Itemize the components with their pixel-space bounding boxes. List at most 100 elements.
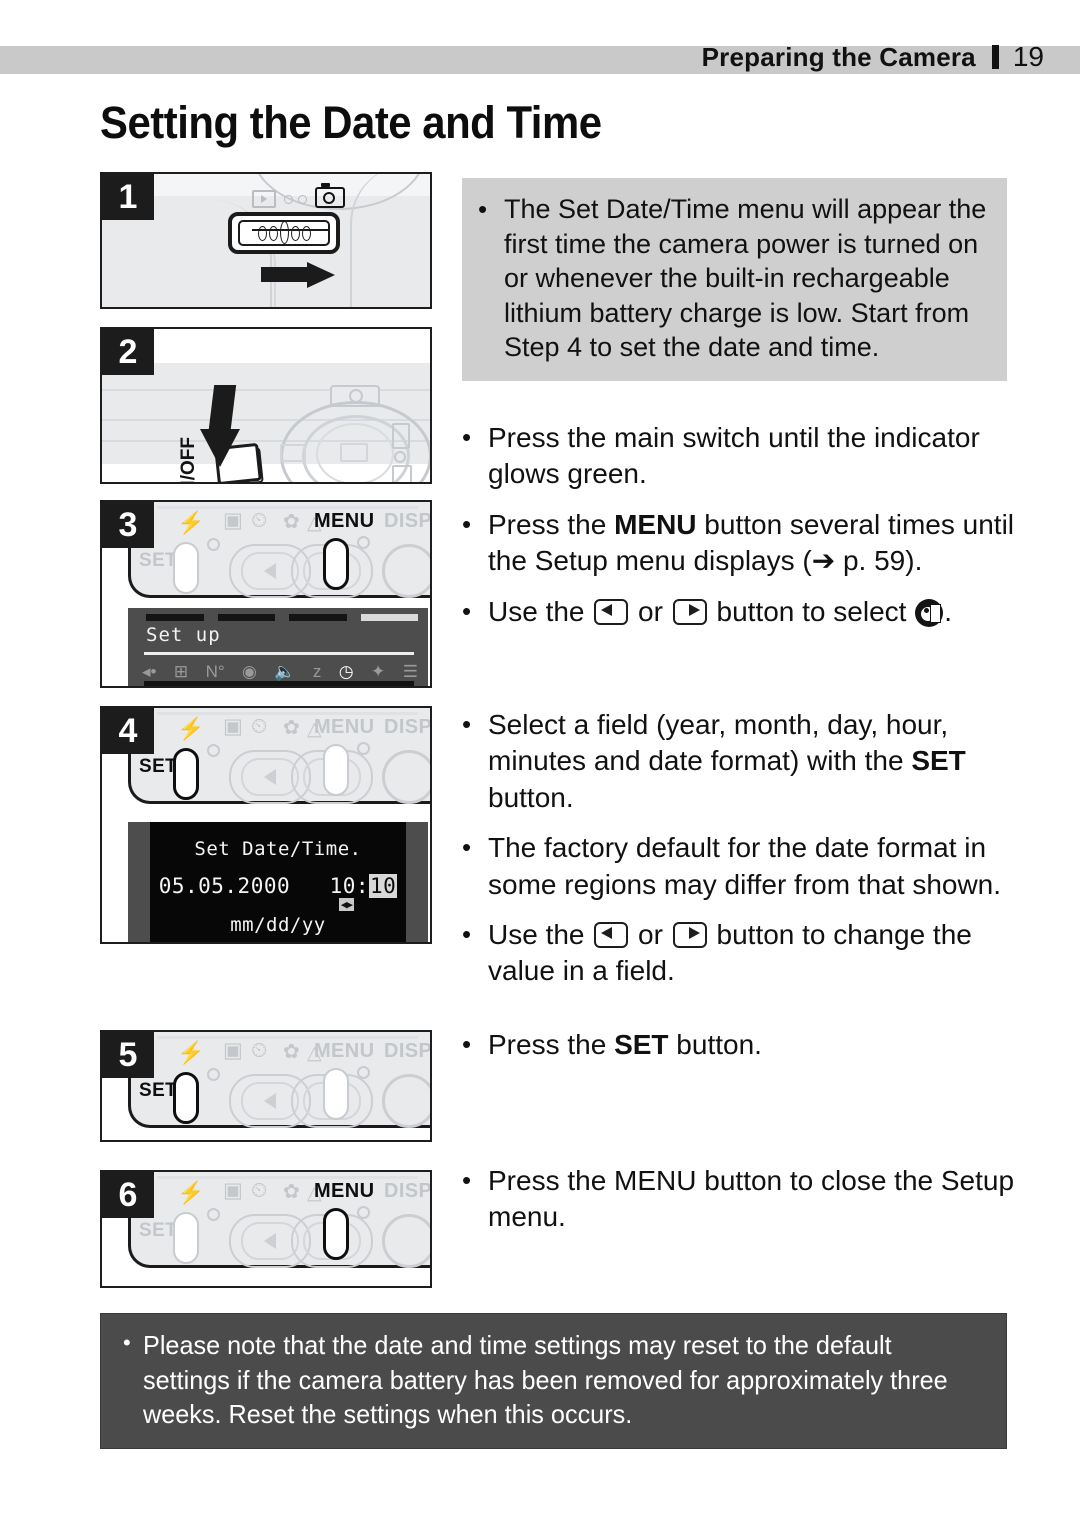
mode-dot-2-icon	[298, 195, 307, 204]
bullet-marker: •	[462, 595, 472, 626]
instruction-text: Press the main switch until the indicato…	[488, 420, 1022, 493]
text-run: Use the	[488, 918, 593, 950]
note-box-bullet-item: • The Set Date/Time menu will appear the…	[478, 192, 989, 365]
bullet-marker: •	[123, 1330, 131, 1355]
menu-tab[interactable]	[146, 614, 204, 621]
volume-left-icon[interactable]: ◂•	[142, 662, 157, 682]
instruction-text: Press the MENU button several times unti…	[488, 507, 1022, 580]
power-save-icon[interactable]: z	[313, 662, 322, 682]
menu-tab-selected[interactable]	[360, 614, 418, 621]
camera-button-row-step3: ⚡ ▣ ⏲ ✿ △ SET MENU DISP	[128, 502, 432, 598]
indicator-led-a	[207, 1068, 220, 1081]
camera-button-row-step6: ⚡ ▣ ⏲ ✿ △ SET MENU DISP	[128, 1172, 430, 1268]
emphasis-label: SET	[614, 1029, 669, 1060]
time-minute-value-selected[interactable]: 10	[369, 874, 398, 898]
step-5-illustration: ⚡ ▣ ⏲ ✿ △ SET MENU DISP 5	[100, 1030, 432, 1142]
disp-button-label: DISP	[384, 510, 432, 532]
camera-button-row-step5: ⚡ ▣ ⏲ ✿ △ SET MENU DISP	[128, 1032, 430, 1128]
page-header: Preparing the Camera 19	[0, 34, 1080, 80]
date-format-value[interactable]: mm/dd/yy	[150, 914, 406, 936]
left-button-icon	[594, 921, 629, 948]
time-hour-value[interactable]: 10:	[330, 874, 369, 898]
flash-icon: ⚡	[177, 1180, 205, 1205]
self-timer-icon: ⏲	[251, 715, 268, 738]
switch-rib	[257, 225, 267, 241]
menu-button[interactable]	[323, 1068, 349, 1120]
menu-button[interactable]	[323, 538, 349, 590]
indicator-led-b	[357, 742, 370, 755]
main-switch-slider[interactable]	[228, 212, 340, 254]
menu-tab[interactable]	[289, 614, 347, 621]
shutter-button[interactable]	[382, 1214, 430, 1268]
set-button-label: SET	[139, 1080, 178, 1101]
menu-button-label: MENU	[314, 1040, 375, 1062]
caution-box: • Please note that the date and time set…	[100, 1313, 1007, 1449]
drive-mode-icon: ▣	[223, 1039, 243, 1062]
mode-dot-1-icon	[284, 195, 293, 204]
language-icon[interactable]: ☰	[403, 662, 418, 682]
menu-button-label: MENU	[314, 716, 375, 738]
file-number-icon[interactable]: N°	[206, 662, 225, 682]
slide-right-arrow-icon	[261, 262, 335, 288]
bullet-marker: •	[462, 918, 472, 949]
note-box: • The Set Date/Time menu will appear the…	[462, 178, 1007, 381]
macro-flower-icon: ✿	[283, 511, 300, 533]
step-badge-2: 2	[102, 329, 154, 375]
camera-button-row-step4: ⚡ ▣ ⏲ ✿ △ SET MENU DISP	[128, 708, 430, 804]
text-run: button.	[488, 781, 574, 813]
menu-button[interactable]	[323, 1208, 349, 1260]
drive-mode-icon: ▣	[223, 715, 243, 738]
self-timer-icon: ⏲	[251, 509, 268, 532]
set-button[interactable]	[173, 748, 199, 800]
instruction-bullet: • The factory default for the date format…	[462, 830, 1022, 903]
autofocus-frame-icon[interactable]: ⊞	[174, 662, 188, 682]
date-time-screen-frame: Set Date/Time. 05.05.2000 10:10 ◀▶ mm/dd…	[128, 822, 428, 942]
speaker-icon[interactable]: 🔈	[274, 662, 295, 682]
text-run: .	[944, 595, 952, 627]
camera-icon-bottom	[340, 443, 368, 462]
switch-rib	[301, 225, 311, 241]
indicator-led-b	[357, 536, 370, 549]
switch-rib	[268, 225, 278, 241]
instruction-bullet: • Use the or button to change the value i…	[462, 917, 1022, 990]
text-run: Use the	[488, 595, 593, 627]
instruction-text: Press the SET button.	[488, 1027, 1022, 1063]
self-timer-icon: ⏲	[251, 1039, 268, 1062]
text-run: The factory default for the date format …	[488, 832, 1002, 900]
playback-icon-bottom	[280, 444, 306, 462]
set-button-label: SET	[139, 1220, 178, 1241]
header-section-title: Preparing the Camera	[701, 41, 976, 72]
setup-menu-bottom-bar	[144, 681, 414, 686]
step-2-illustration: ON/OFF 2	[100, 327, 432, 484]
text-run: or	[630, 918, 671, 950]
set-button[interactable]	[173, 542, 199, 594]
switch-rib-center	[279, 220, 289, 244]
bullet-marker: •	[462, 1165, 472, 1195]
step-6-illustration: ⚡ ▣ ⏲ ✿ △ SET MENU DISP 6	[100, 1170, 432, 1288]
instruction-group-c: • Press the SET button.	[462, 1027, 1022, 1077]
side-port-b	[394, 451, 406, 463]
setup-menu-underline	[144, 652, 414, 655]
shutter-button[interactable]	[382, 750, 430, 804]
instruction-group-a: • Press the main switch until the indicat…	[462, 420, 1022, 644]
shutter-button[interactable]	[382, 544, 430, 598]
set-button[interactable]	[173, 1212, 199, 1264]
set-button[interactable]	[173, 1072, 199, 1124]
indicator-led-a	[207, 1208, 220, 1221]
date-value[interactable]: 05.05.2000	[159, 874, 290, 898]
left-button-icon	[594, 598, 629, 625]
set-button-label: SET	[139, 550, 178, 571]
instruction-text: The factory default for the date format …	[488, 830, 1022, 903]
menu-tab[interactable]	[217, 614, 275, 621]
step-badge-6: 6	[102, 1172, 154, 1218]
instruction-bullet: • Select a field (year, month, day, hour,…	[462, 707, 1022, 816]
on-off-label: ON/OFF	[178, 437, 199, 484]
menu-button[interactable]	[323, 744, 349, 796]
bullet-marker: •	[462, 422, 472, 452]
beep-icon[interactable]: ◉	[242, 662, 257, 682]
bullet-marker: •	[462, 508, 472, 539]
format-icon[interactable]: ✦	[371, 662, 385, 682]
indicator-led-a	[207, 744, 220, 757]
shutter-button[interactable]	[382, 1074, 430, 1128]
date-time-icon[interactable]: ◷	[339, 662, 354, 682]
